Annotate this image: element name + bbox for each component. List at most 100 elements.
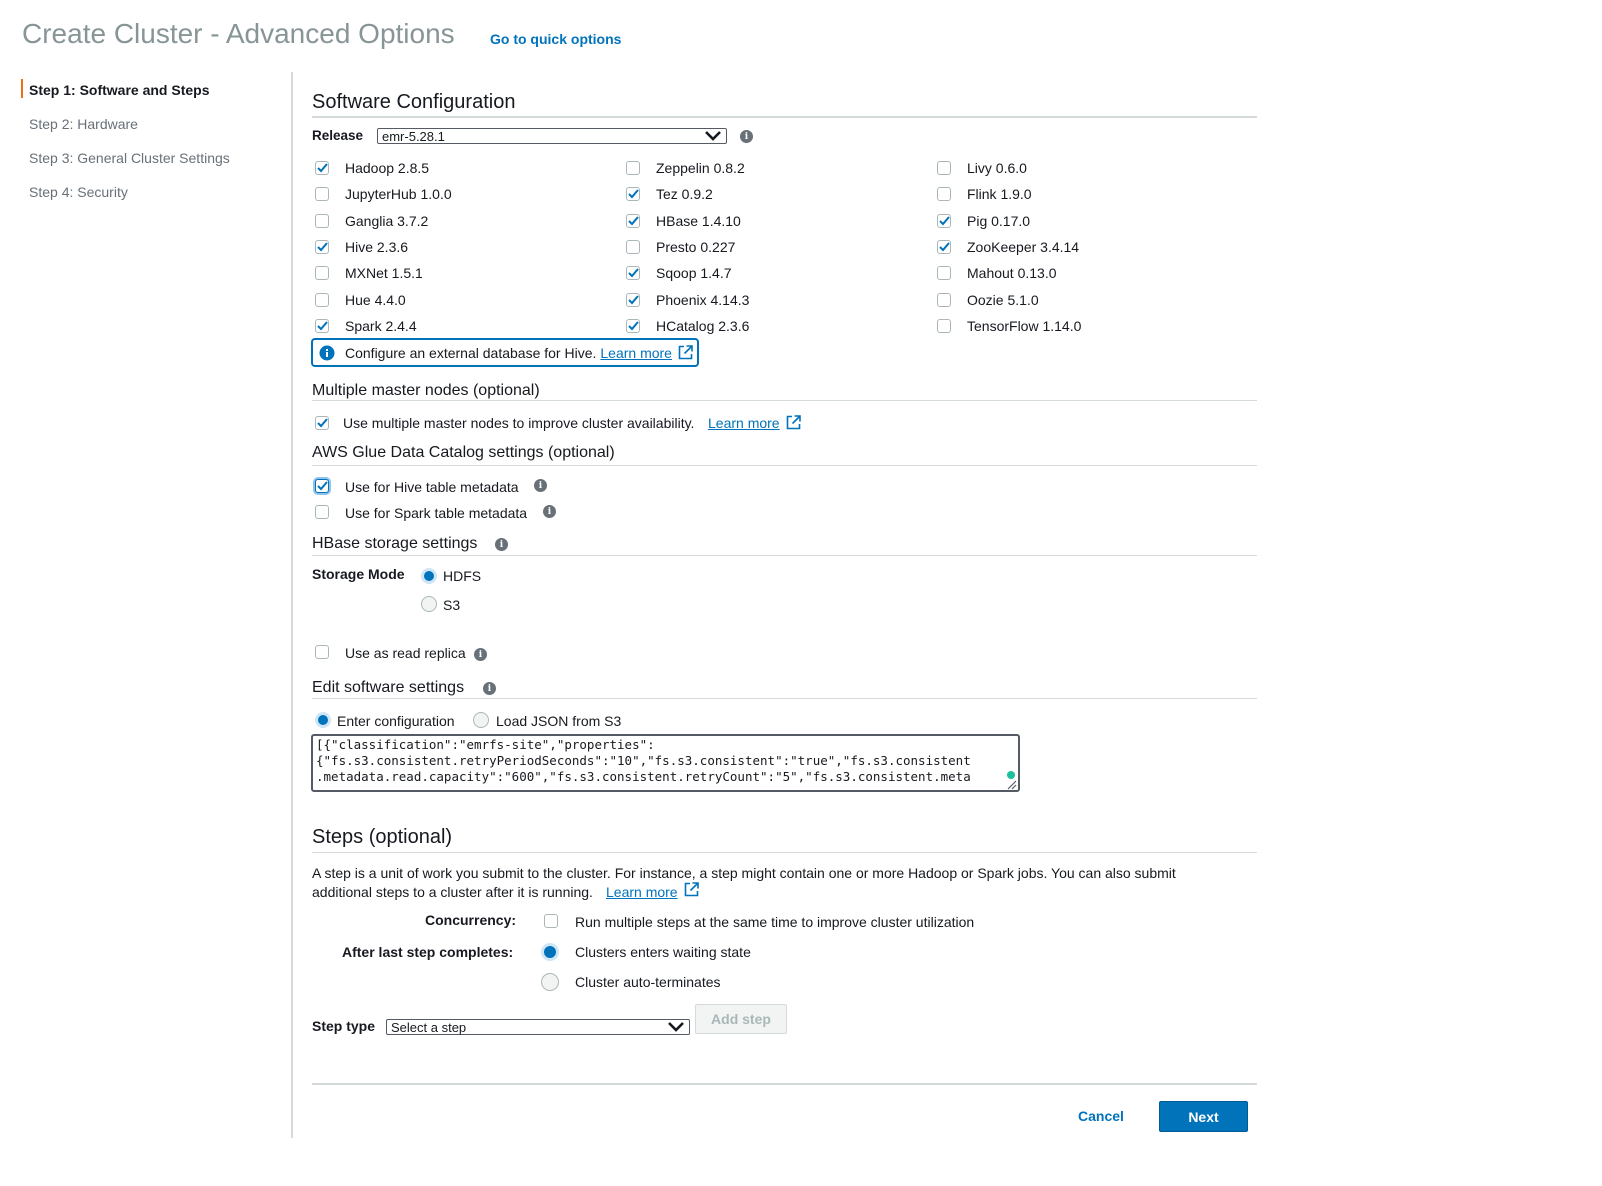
load-json-radio[interactable] (473, 712, 489, 728)
info-icon[interactable]: i (534, 479, 547, 492)
cursor-dot (1007, 771, 1015, 779)
config-line: .metadata.read.capacity":"600","fs.s3.co… (316, 769, 971, 784)
info-icon[interactable]: i (495, 538, 508, 551)
section-divider (312, 465, 1257, 466)
app-checkbox[interactable] (937, 293, 951, 307)
glue-spark-checkbox[interactable] (315, 505, 329, 519)
step-type-label: Step type (312, 1018, 376, 1034)
steps-title: Steps (optional) (312, 826, 453, 848)
app-label: Pig 0.17.0 (967, 213, 1031, 229)
app-checkbox[interactable] (315, 161, 329, 175)
app-checkbox[interactable] (937, 214, 951, 228)
multi-master-checkbox[interactable] (315, 416, 329, 430)
app-checkbox[interactable] (315, 293, 329, 307)
cancel-button[interactable]: Cancel (1078, 1108, 1124, 1124)
glue-spark-label: Use for Spark table metadata (345, 505, 528, 521)
app-checkbox[interactable] (315, 187, 329, 201)
section-divider (312, 555, 1257, 556)
enter-config-radio[interactable] (315, 712, 331, 728)
learn-more-link[interactable]: Learn more (600, 345, 672, 361)
steps-description: additional steps to a cluster after it i… (312, 884, 593, 900)
external-link-icon[interactable] (786, 415, 801, 430)
app-checkbox[interactable] (937, 266, 951, 280)
waiting-state-label: Clusters enters waiting state (575, 944, 751, 960)
auto-terminate-label: Cluster auto-terminates (575, 974, 721, 990)
glue-hive-checkbox[interactable] (315, 479, 329, 493)
app-checkbox[interactable] (937, 187, 951, 201)
app-checkbox[interactable] (937, 240, 951, 254)
storage-s3-label: S3 (443, 597, 461, 613)
app-checkbox[interactable] (315, 266, 329, 280)
storage-hdfs-label: HDFS (443, 568, 482, 584)
info-icon[interactable]: i (483, 682, 496, 695)
app-checkbox[interactable] (937, 319, 951, 333)
app-label: Hive 2.3.6 (345, 239, 409, 255)
app-checkbox[interactable] (626, 319, 640, 333)
read-replica-label: Use as read replica (345, 645, 466, 661)
info-icon[interactable]: i (740, 130, 753, 143)
learn-more-link[interactable]: Learn more (606, 884, 678, 900)
concurrency-checkbox[interactable] (544, 914, 558, 928)
sidebar-step-4[interactable]: Step 4: Security (29, 184, 128, 200)
multi-master-title: Multiple master nodes (optional) (312, 382, 540, 399)
concurrency-option-label: Run multiple steps at the same time to i… (575, 914, 975, 930)
glue-title: AWS Glue Data Catalog settings (optional… (312, 444, 615, 461)
after-last-step-label: After last step completes: (342, 944, 514, 960)
release-label: Release (312, 128, 364, 143)
auto-terminate-radio[interactable] (541, 973, 559, 991)
app-checkbox[interactable] (315, 319, 329, 333)
sidebar-step-3[interactable]: Step 3: General Cluster Settings (29, 150, 230, 166)
app-checkbox[interactable] (626, 161, 640, 175)
app-label: Phoenix 4.14.3 (656, 292, 750, 308)
hive-database-info-box: Configure an external database for Hive.… (311, 338, 699, 367)
storage-mode-label: Storage Mode (312, 566, 405, 582)
section-divider (312, 698, 1257, 699)
app-checkbox[interactable] (315, 240, 329, 254)
app-label: Hue 4.4.0 (345, 292, 406, 308)
app-label: ZooKeeper 3.4.14 (967, 239, 1080, 255)
config-line: [{"classification":"emrfs-site","propert… (316, 737, 655, 752)
release-select[interactable]: emr-5.28.1 (377, 128, 727, 144)
step-type-select[interactable]: Select a step (386, 1019, 690, 1035)
next-button[interactable]: Next (1159, 1101, 1248, 1132)
app-label: HBase 1.4.10 (656, 213, 741, 229)
app-checkbox[interactable] (315, 214, 329, 228)
app-label: Tez 0.9.2 (656, 186, 713, 202)
app-checkbox[interactable] (626, 240, 640, 254)
release-value: emr-5.28.1 (382, 128, 445, 144)
app-checkbox[interactable] (626, 214, 640, 228)
sidebar-step-1[interactable]: Step 1: Software and Steps (29, 82, 209, 98)
info-icon[interactable]: i (474, 648, 487, 661)
info-icon[interactable]: i (543, 505, 556, 518)
app-label: JupyterHub 1.0.0 (345, 186, 452, 202)
chevron-down-icon (705, 131, 721, 141)
chevron-down-icon (668, 1022, 684, 1032)
waiting-state-radio[interactable] (541, 943, 559, 961)
app-label: MXNet 1.5.1 (345, 265, 423, 281)
app-label: Oozie 5.1.0 (967, 292, 1039, 308)
section-divider (312, 116, 1257, 118)
config-line: {"fs.s3.consistent.retryPeriodSeconds":"… (316, 753, 971, 768)
app-checkbox[interactable] (626, 266, 640, 280)
external-link-icon[interactable] (678, 345, 693, 360)
config-textarea[interactable]: [{"classification":"emrfs-site","propert… (311, 734, 1020, 792)
app-checkbox[interactable] (626, 187, 640, 201)
learn-more-link[interactable]: Learn more (708, 415, 780, 431)
sidebar-step-2[interactable]: Step 2: Hardware (29, 116, 138, 132)
app-label: Ganglia 3.7.2 (345, 213, 429, 229)
multi-master-label: Use multiple master nodes to improve clu… (343, 415, 695, 431)
resize-handle-icon[interactable] (1007, 780, 1017, 790)
app-label: Spark 2.4.4 (345, 318, 417, 334)
step-type-value: Select a step (391, 1019, 467, 1035)
read-replica-checkbox[interactable] (315, 645, 329, 659)
app-checkbox[interactable] (937, 161, 951, 175)
edit-settings-title: Edit software settings (312, 679, 465, 696)
storage-s3-radio[interactable] (421, 596, 437, 612)
load-json-label: Load JSON from S3 (496, 713, 622, 729)
storage-hdfs-radio[interactable] (421, 568, 437, 584)
add-step-button[interactable]: Add step (695, 1004, 787, 1034)
app-checkbox[interactable] (626, 293, 640, 307)
external-link-icon[interactable] (684, 882, 699, 897)
quick-options-link[interactable]: Go to quick options (490, 31, 621, 47)
concurrency-label: Concurrency: (425, 912, 517, 928)
